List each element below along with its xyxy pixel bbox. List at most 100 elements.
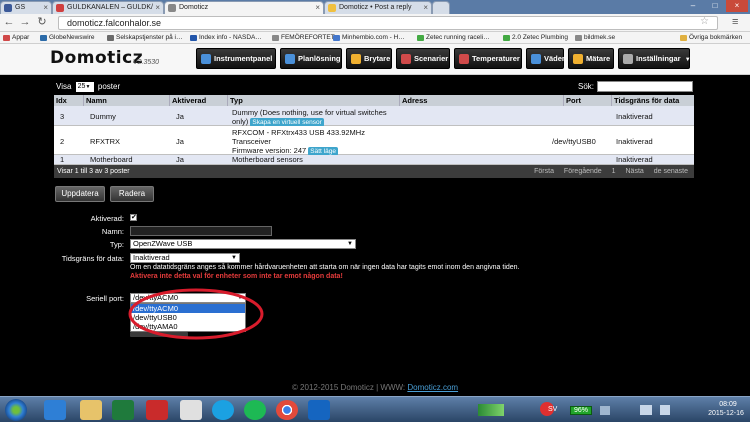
bookmark-nasdaq[interactable]: Index info - NASDA… (190, 33, 262, 43)
bookmark-label: FEMÖREFORTET (281, 34, 335, 41)
close-tab-icon[interactable]: × (423, 2, 428, 14)
bookmark-label: 2.0 Zetec Plumbing (512, 34, 569, 41)
tab-label: GS (15, 4, 26, 11)
close-tab-icon[interactable]: × (43, 2, 48, 14)
lightbulb-icon (351, 54, 361, 64)
tab-label: Domoticz (179, 4, 209, 11)
site-icon (107, 35, 114, 41)
outlook-icon[interactable] (308, 400, 330, 420)
network-icon[interactable] (640, 405, 652, 415)
version-label: V2.3530 (133, 59, 160, 66)
copyright-text: © 2012-2015 Domoticz | WWW: (291, 383, 406, 392)
bookmark-label: Övriga bokmärken (689, 34, 743, 41)
close-window-icon[interactable]: × (726, 0, 748, 12)
tab-domoticz[interactable]: Domoticz × (164, 1, 324, 14)
site-icon (575, 35, 582, 41)
bookmark-minhembio[interactable]: Minhembio.com - H… (333, 33, 405, 43)
meter-icon (573, 54, 583, 64)
bookmark-femorefortet[interactable]: FEMÖREFORTET (272, 33, 335, 43)
chrome-icon[interactable] (276, 400, 298, 420)
nav-scenes[interactable]: Scenarier (396, 48, 450, 69)
apps-icon (3, 35, 10, 41)
tab-domoticz-post[interactable]: Domoticz • Post a reply × (324, 1, 432, 14)
domoticz-link[interactable]: Domoticz.com (407, 383, 458, 392)
bookmark-star-icon[interactable]: ☆ (700, 16, 709, 27)
url-field[interactable]: domoticz.falconhalor.se (58, 16, 718, 30)
spotify-icon[interactable] (244, 400, 266, 420)
close-tab-icon[interactable]: × (155, 2, 160, 14)
weather-icon (531, 54, 541, 64)
browser-menu-icon[interactable]: ≡ (732, 16, 738, 28)
language-indicator[interactable]: SV (548, 406, 557, 413)
bookmark-label: Minhembio.com - H… (342, 34, 405, 41)
scenes-icon (401, 54, 411, 64)
chevron-down-icon: ▼ (684, 57, 691, 63)
windows-taskbar: SV 96% 08:09 2015-12-16 (0, 396, 750, 422)
forward-arrow-icon[interactable]: → (18, 15, 32, 30)
annotation-ellipse-shape (128, 288, 264, 340)
site-icon (190, 35, 197, 41)
facebook-icon (4, 4, 12, 12)
tab-guldkanalen[interactable]: GULDKANALEN – GULDK/ × (52, 1, 164, 14)
nav-settings[interactable]: Inställningar ▼ (618, 48, 691, 69)
site-icon (333, 35, 340, 41)
bookmark-other[interactable]: Övriga bokmärken (680, 33, 742, 43)
internet-explorer-icon[interactable] (44, 400, 66, 420)
bookmark-zetec-plumbing[interactable]: 2.0 Zetec Plumbing (503, 33, 568, 43)
excel-icon[interactable] (112, 400, 134, 420)
bookmark-selskap[interactable]: Selskapstjenster på i… (107, 33, 182, 43)
battery-indicator[interactable]: 96% (570, 406, 592, 415)
nav-dashboard[interactable]: Instrumentpanel (196, 48, 276, 69)
window-controls: – □ × (682, 0, 748, 13)
folder-icon[interactable] (80, 400, 102, 420)
app-header: Domoticz V2.3530 Instrumentpanel Planlös… (0, 44, 750, 75)
maximize-icon[interactable]: □ (704, 0, 726, 12)
globenewswire-icon (40, 35, 47, 41)
address-bar: ← → ↻ domoticz.falconhalor.se ☆ ≡ (0, 14, 750, 32)
back-arrow-icon[interactable]: ← (2, 15, 16, 30)
dashboard-icon (201, 54, 211, 64)
start-button[interactable] (5, 399, 27, 421)
new-tab-button[interactable] (432, 1, 450, 14)
pdf-icon[interactable] (146, 400, 168, 420)
tab-label: Domoticz • Post a reply (339, 4, 412, 11)
nav-meters[interactable]: Mätare (568, 48, 614, 69)
power-icon[interactable] (600, 406, 610, 415)
nav-label: Mätare (586, 54, 611, 63)
network-graph-icon[interactable] (478, 404, 504, 416)
page-footer: © 2012-2015 Domoticz | WWW: Domoticz.com (0, 383, 750, 392)
domoticz-logo[interactable]: Domoticz (50, 48, 143, 68)
floorplan-icon (285, 54, 295, 64)
wrench-icon (623, 54, 633, 64)
page-icon (168, 4, 176, 12)
folder-icon (680, 35, 687, 41)
nav-label: Instrumentpanel (214, 54, 273, 63)
skype-icon[interactable] (212, 400, 234, 420)
bookmark-globenewswire[interactable]: GlobeNewswire (40, 33, 95, 43)
site-icon (56, 4, 64, 12)
paint-icon[interactable] (180, 400, 202, 420)
checkmark-icon (503, 35, 510, 41)
clock-time[interactable]: 08:09 (713, 401, 743, 408)
nav-label: Brytare (364, 54, 391, 63)
tab-gs[interactable]: GS × (0, 1, 52, 14)
minimize-icon[interactable]: – (682, 0, 704, 12)
bookmark-zetec-race[interactable]: Zetec running raceli… (417, 33, 490, 43)
close-tab-icon[interactable]: × (315, 2, 320, 14)
reload-icon[interactable]: ↻ (35, 15, 49, 30)
volume-icon[interactable] (660, 405, 670, 415)
nav-temperatures[interactable]: Temperaturer (454, 48, 522, 69)
nav-label: Väder (544, 54, 565, 63)
bookmark-label: Index info - NASDA… (199, 34, 262, 41)
site-icon (328, 4, 336, 12)
nav-switches[interactable]: Brytare (346, 48, 392, 69)
nav-label: Inställningar (636, 54, 681, 63)
clock-date[interactable]: 2015-12-16 (705, 410, 747, 417)
bookmark-label: GlobeNewswire (49, 34, 95, 41)
nav-floorplan[interactable]: Planlösning (280, 48, 342, 69)
bookmark-label: bildmek.se (584, 34, 616, 41)
nav-weather[interactable]: Väder (526, 48, 565, 69)
nav-label: Temperaturer (472, 54, 520, 63)
bookmark-apps[interactable]: Appar (3, 33, 29, 43)
bookmark-bildmek[interactable]: bildmek.se (575, 33, 615, 43)
